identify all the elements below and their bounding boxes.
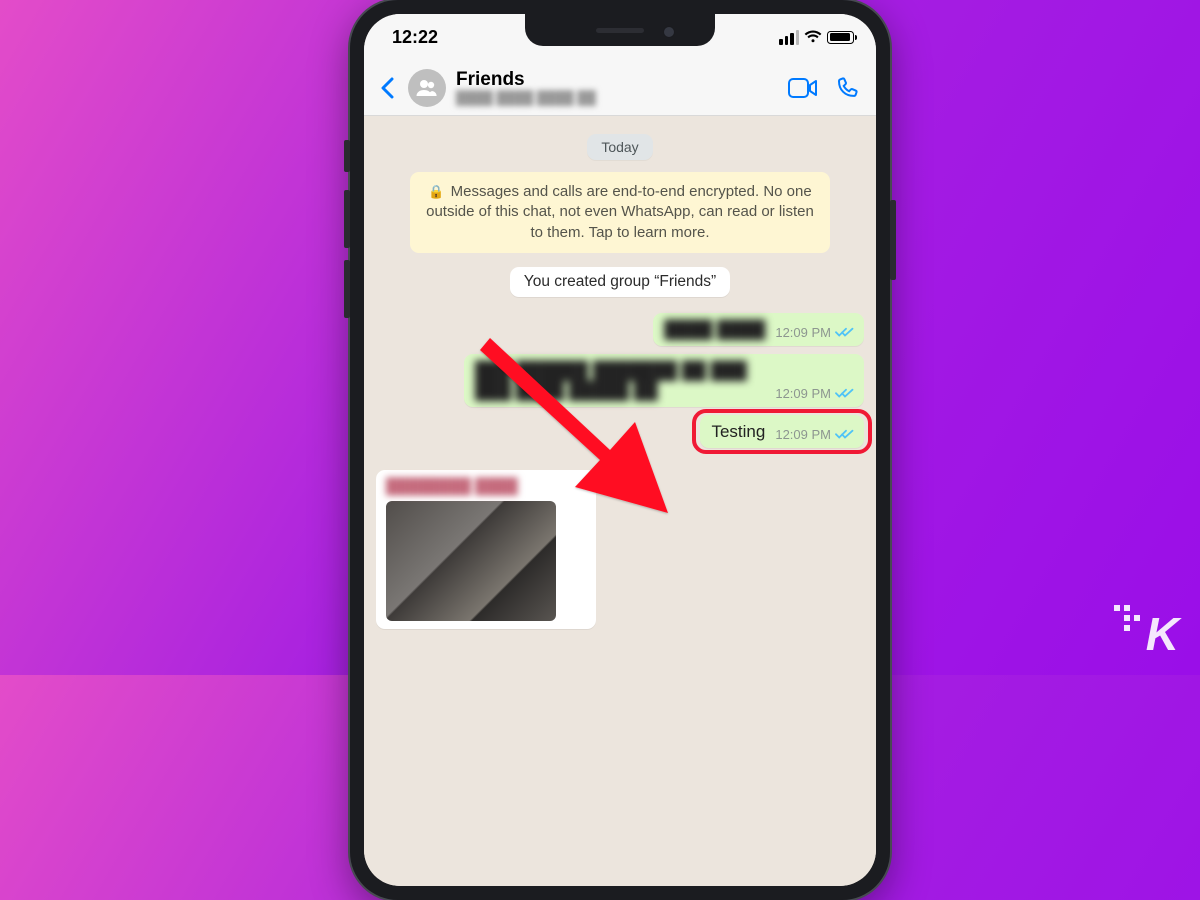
back-button[interactable] xyxy=(376,73,398,103)
encryption-text: Messages and calls are end-to-end encryp… xyxy=(426,183,814,241)
brand-watermark: K xyxy=(1146,607,1178,661)
volume-down-button xyxy=(344,260,350,318)
message-text: Testing xyxy=(711,422,765,442)
lock-icon: 🔒 xyxy=(428,184,444,199)
message-time: 12:09 PM xyxy=(775,325,831,340)
system-message: You created group “Friends” xyxy=(510,267,730,297)
phone-notch xyxy=(525,14,715,46)
chat-header: Friends ████ ████ ████ ██ xyxy=(364,60,876,116)
status-time: 12:22 xyxy=(392,27,438,48)
volume-up-button xyxy=(344,190,350,248)
mute-switch xyxy=(344,140,350,172)
voice-call-button[interactable] xyxy=(830,71,864,105)
wifi-icon xyxy=(804,28,822,46)
battery-icon xyxy=(827,31,854,44)
group-avatar-icon[interactable] xyxy=(408,69,446,107)
read-receipt-icon xyxy=(835,428,854,440)
encryption-notice[interactable]: 🔒 Messages and calls are end-to-end encr… xyxy=(410,172,830,253)
message-bubble-highlighted[interactable]: Testing 12:09 PM xyxy=(700,415,864,448)
chat-title-block[interactable]: Friends ████ ████ ████ ██ xyxy=(456,69,776,106)
power-button xyxy=(890,200,896,280)
status-indicators xyxy=(779,28,854,46)
annotation-arrow-icon xyxy=(450,330,700,550)
cellular-signal-icon xyxy=(779,30,799,45)
video-call-button[interactable] xyxy=(786,71,820,105)
chat-name: Friends xyxy=(456,69,776,91)
date-label: Today xyxy=(587,134,652,160)
read-receipt-icon xyxy=(835,387,854,399)
message-time: 12:09 PM xyxy=(775,386,831,401)
message-time: 12:09 PM xyxy=(775,427,831,442)
read-receipt-icon xyxy=(835,326,854,338)
chat-subtitle: ████ ████ ████ ██ xyxy=(456,91,776,106)
